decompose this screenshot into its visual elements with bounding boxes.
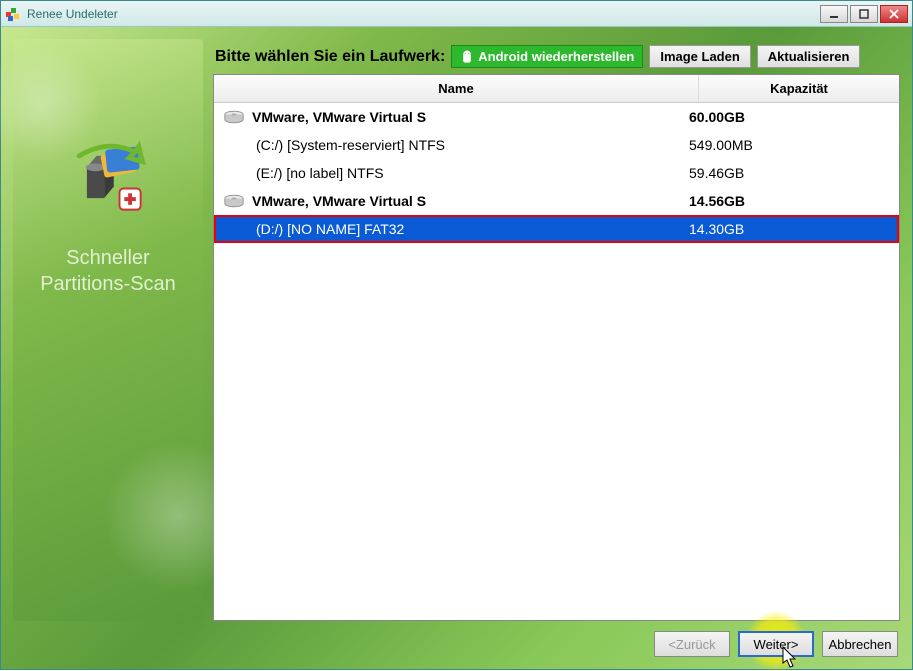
sidebar-label-line1: Schneller	[40, 245, 176, 271]
main-row: Schneller Partitions-Scan Bitte wählen S…	[13, 39, 900, 621]
android-restore-button[interactable]: Android wiederherstellen	[451, 45, 643, 68]
partition-row[interactable]: (C:/) [System-reserviert] NTFS 549.00MB	[214, 131, 899, 159]
refresh-button[interactable]: Aktualisieren	[757, 45, 861, 68]
sidebar-label: Schneller Partitions-Scan	[40, 245, 176, 297]
toolbar: Bitte wählen Sie ein Laufwerk: Android w…	[213, 39, 900, 74]
partition-row[interactable]: (D:/) [NO NAME] FAT32 14.30GB	[214, 215, 899, 243]
drive-name: (E:/) [no label] NTFS	[256, 165, 384, 181]
name-cell: VMware, VMware Virtual S	[224, 109, 689, 125]
column-capacity-header[interactable]: Kapazität	[699, 75, 899, 102]
capacity-cell: 549.00MB	[689, 137, 889, 153]
partition-scan-icon	[60, 129, 156, 225]
android-icon	[460, 50, 474, 64]
capacity-cell: 14.30GB	[689, 221, 889, 237]
capacity-cell: 14.56GB	[689, 193, 889, 209]
next-button[interactable]: Weiter>	[738, 631, 814, 657]
app-window: Renee Undeleter	[0, 0, 913, 670]
content-area: Schneller Partitions-Scan Bitte wählen S…	[1, 27, 912, 669]
image-load-button[interactable]: Image Laden	[649, 45, 750, 68]
drive-name: VMware, VMware Virtual S	[252, 193, 426, 209]
titlebar: Renee Undeleter	[1, 1, 912, 27]
partition-row[interactable]: (E:/) [no label] NTFS 59.46GB	[214, 159, 899, 187]
list-header: Name Kapazität	[214, 75, 899, 103]
capacity-cell: 60.00GB	[689, 109, 889, 125]
prompt-text: Bitte wählen Sie ein Laufwerk:	[215, 48, 445, 66]
android-restore-label: Android wiederherstellen	[478, 49, 634, 64]
disk-row[interactable]: VMware, VMware Virtual S 60.00GB	[214, 103, 899, 131]
name-cell: (E:/) [no label] NTFS	[224, 165, 689, 181]
sidebar-label-line2: Partitions-Scan	[40, 271, 176, 297]
capacity-cell: 59.46GB	[689, 165, 889, 181]
disk-row[interactable]: VMware, VMware Virtual S 14.56GB	[214, 187, 899, 215]
drive-name: (C:/) [System-reserviert] NTFS	[256, 137, 445, 153]
disk-icon	[224, 110, 244, 124]
window-controls	[820, 5, 908, 23]
cancel-button[interactable]: Abbrechen	[822, 631, 898, 657]
name-cell: (C:/) [System-reserviert] NTFS	[224, 137, 689, 153]
drive-list[interactable]: Name Kapazität VMware, VMware Virtual S 6…	[213, 74, 900, 621]
drive-name: (D:/) [NO NAME] FAT32	[256, 221, 404, 237]
back-button: <Zurück	[654, 631, 730, 657]
disk-icon	[224, 194, 244, 208]
drive-name: VMware, VMware Virtual S	[252, 109, 426, 125]
minimize-button[interactable]	[820, 5, 848, 23]
column-name-header[interactable]: Name	[214, 75, 699, 102]
right-panel: Bitte wählen Sie ein Laufwerk: Android w…	[213, 39, 900, 621]
name-cell: (D:/) [NO NAME] FAT32	[224, 221, 689, 237]
window-title: Renee Undeleter	[27, 7, 820, 21]
sidebar: Schneller Partitions-Scan	[13, 39, 203, 621]
app-icon	[5, 6, 21, 22]
name-cell: VMware, VMware Virtual S	[224, 193, 689, 209]
close-button[interactable]	[880, 5, 908, 23]
footer: <Zurück Weiter> Abbrechen	[13, 621, 900, 657]
maximize-button[interactable]	[850, 5, 878, 23]
